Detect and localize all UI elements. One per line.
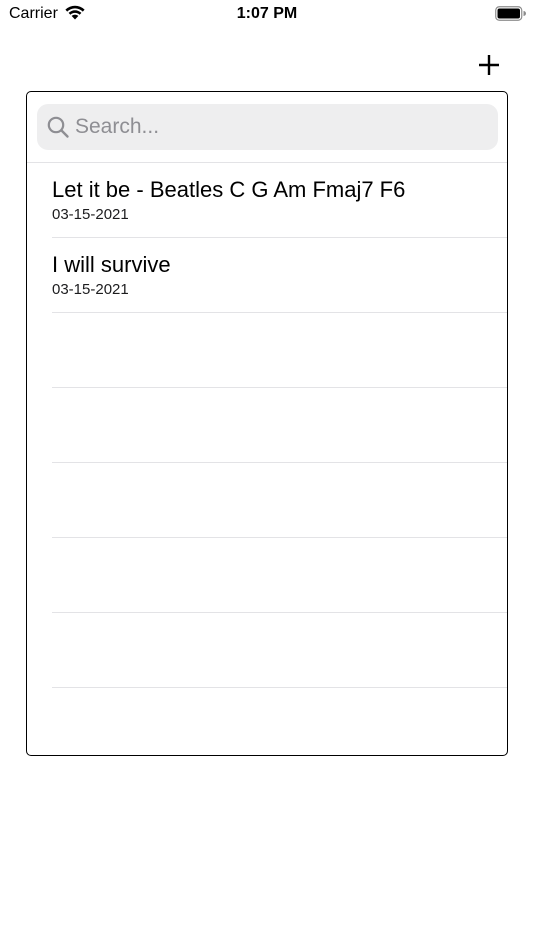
empty-row <box>27 613 507 688</box>
search-bar[interactable] <box>37 104 498 150</box>
song-list: Let it be - Beatles C G Am Fmaj7 F6 03-1… <box>27 163 507 688</box>
song-list-panel: Let it be - Beatles C G Am Fmaj7 F6 03-1… <box>26 91 508 756</box>
empty-row <box>27 313 507 388</box>
song-date: 03-15-2021 <box>52 281 129 298</box>
plus-icon <box>479 55 499 75</box>
battery-icon <box>495 6 526 21</box>
song-title: I will survive <box>52 252 171 277</box>
song-title: Let it be - Beatles C G Am Fmaj7 F6 <box>52 177 406 202</box>
song-row[interactable]: I will survive 03-15-2021 <box>27 238 507 313</box>
empty-row <box>27 538 507 613</box>
add-song-button[interactable] <box>474 50 504 80</box>
song-row[interactable]: Let it be - Beatles C G Am Fmaj7 F6 03-1… <box>27 163 507 238</box>
song-date: 03-15-2021 <box>52 206 129 223</box>
empty-row <box>27 388 507 463</box>
empty-row <box>27 463 507 538</box>
search-input[interactable] <box>75 104 490 150</box>
clock-time: 1:07 PM <box>236 5 298 22</box>
search-icon <box>47 116 69 138</box>
status-bar: Carrier 1:07 PM <box>0 0 534 28</box>
